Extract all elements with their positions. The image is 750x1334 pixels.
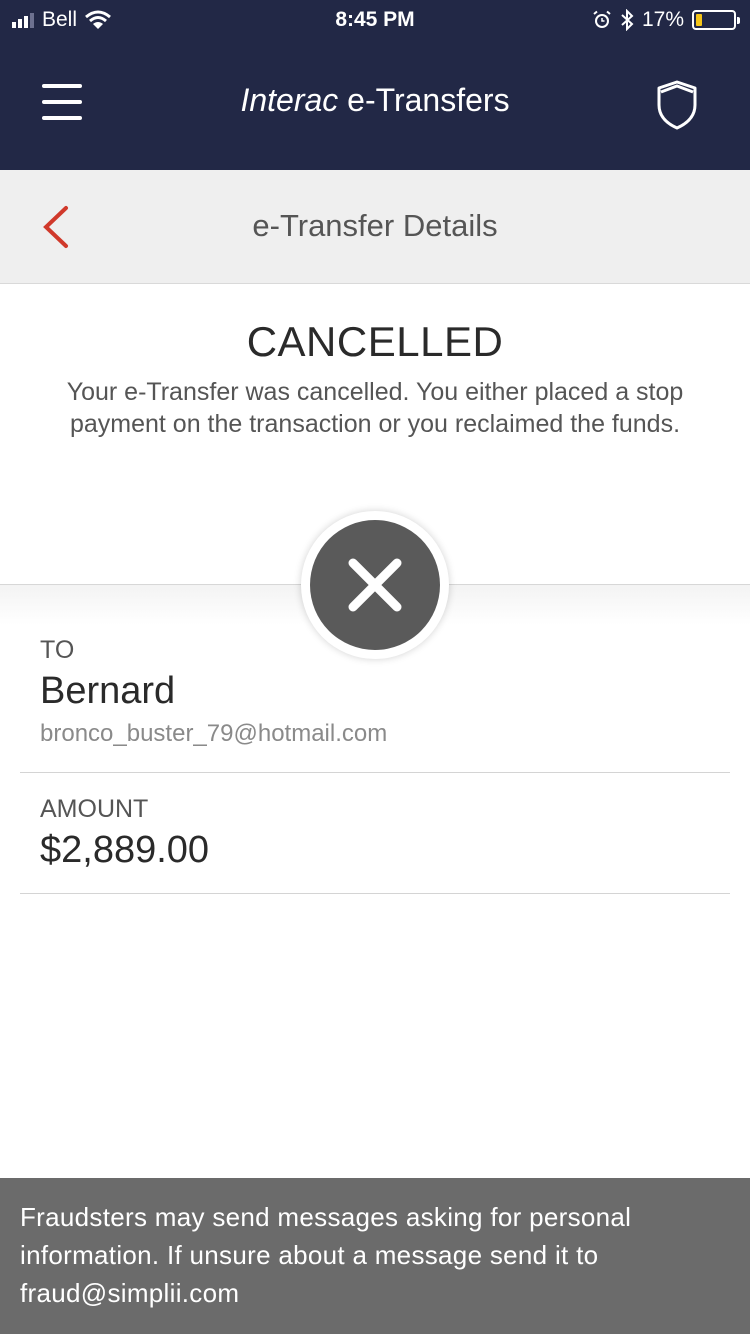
- battery-icon: [692, 10, 740, 30]
- cancel-circle-inner: [310, 520, 440, 650]
- amount-label: AMOUNT: [40, 795, 149, 823]
- battery-fill: [696, 14, 703, 26]
- recipient-name: Bernard: [40, 670, 176, 712]
- fraud-warning-banner: Fraudsters may send messages asking for …: [0, 1178, 750, 1334]
- app-title: Interac e-Transfers: [0, 82, 750, 119]
- cancel-x-icon: [301, 511, 449, 659]
- app-title-brand: Interac: [240, 82, 339, 118]
- row-divider: [20, 893, 730, 894]
- app-title-rest: e-Transfers: [338, 82, 510, 118]
- status-right: 17%: [592, 8, 740, 32]
- status-bar: Bell 8:45 PM 17%: [0, 0, 750, 40]
- transfer-status-description: Your e-Transfer was cancelled. You eithe…: [66, 378, 684, 438]
- recipient-email: bronco_buster_79@hotmail.com: [40, 720, 388, 747]
- app-header: Interac e-Transfers: [0, 40, 750, 170]
- fraud-warning-text: Fraudsters may send messages asking for …: [20, 1202, 632, 1308]
- alarm-icon: [593, 10, 611, 28]
- amount-value: $2,889.00: [40, 829, 210, 871]
- transfer-status-title: CANCELLED: [246, 318, 504, 365]
- page-title: e-Transfer Details: [252, 208, 498, 243]
- x-mark-icon: [348, 558, 402, 612]
- battery-percent: 17%: [641, 8, 684, 31]
- shield-icon[interactable]: [656, 80, 698, 130]
- top-bar: Bell 8:45 PM 17% Interac e-Transfers: [0, 0, 750, 170]
- row-divider: [20, 772, 730, 773]
- sub-header: e-Transfer Details: [0, 170, 750, 284]
- bluetooth-icon: [621, 9, 634, 31]
- to-label: TO: [40, 636, 75, 664]
